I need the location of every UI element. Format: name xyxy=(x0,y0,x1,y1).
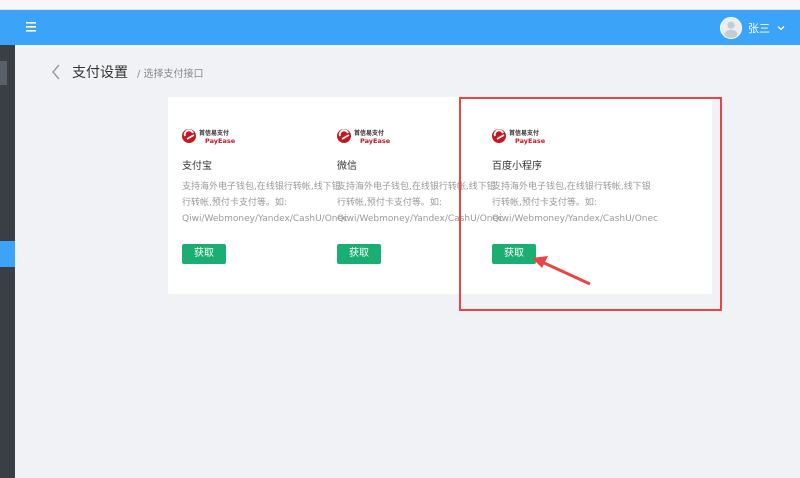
svg-text:首信易支付: 首信易支付 xyxy=(509,129,539,137)
user-menu[interactable]: 张三 xyxy=(720,15,786,41)
payment-provider-panel: 首信易支付 PayEase 支付宝 支持海外电子钱包,在线银行转帐,线下银 行转… xyxy=(168,97,712,294)
page-subtitle: / 选择支付接口 xyxy=(137,68,204,80)
browser-top-strip xyxy=(0,0,800,10)
get-button[interactable]: 获取 xyxy=(182,244,226,264)
back-chevron-icon[interactable] xyxy=(50,64,62,80)
payease-logo: 首信易支付 PayEase xyxy=(182,129,236,145)
svg-text:PayEase: PayEase xyxy=(205,137,236,145)
provider-name: 支付宝 xyxy=(182,161,212,172)
page-title: 支付设置 xyxy=(72,65,128,81)
provider-description: 支持海外电子钱包,在线银行转帐,线下银 行转帐,预付卡支付等。如: Qiwi/W… xyxy=(492,182,658,224)
svg-text:首信易支付: 首信易支付 xyxy=(354,129,384,137)
provider-card-wechat: 首信易支付 PayEase 微信 支持海外电子钱包,在线银行转帐,线下银 行转帐… xyxy=(323,97,503,294)
provider-description: 支持海外电子钱包,在线银行转帐,线下银 行转帐,预付卡支付等。如: Qiwi/W… xyxy=(182,182,348,224)
user-avatar-icon xyxy=(721,18,741,38)
user-name[interactable]: 张三 xyxy=(748,20,770,36)
chevron-down-icon[interactable] xyxy=(776,23,786,33)
provider-description: 支持海外电子钱包,在线银行转帐,线下银 行转帐,预付卡支付等。如: Qiwi/W… xyxy=(337,182,503,224)
top-navigation-bar: 张三 xyxy=(0,10,800,45)
sidebar-item[interactable] xyxy=(0,61,7,85)
get-button[interactable]: 获取 xyxy=(337,244,381,264)
payease-logo: 首信易支付 PayEase xyxy=(337,129,391,145)
provider-name: 微信 xyxy=(337,161,357,172)
svg-text:PayEase: PayEase xyxy=(515,137,546,145)
avatar[interactable] xyxy=(720,17,742,39)
svg-text:首信易支付: 首信易支付 xyxy=(199,129,229,137)
provider-name: 百度小程序 xyxy=(492,161,542,172)
page-header: 支付设置 / 选择支付接口 xyxy=(50,62,204,82)
sidebar xyxy=(0,45,15,478)
menu-icon[interactable] xyxy=(24,19,40,35)
payease-logo: 首信易支付 PayEase xyxy=(492,129,546,145)
sidebar-item-active[interactable] xyxy=(0,241,15,267)
provider-card-alipay: 首信易支付 PayEase 支付宝 支持海外电子钱包,在线银行转帐,线下银 行转… xyxy=(168,97,348,294)
annotation-arrow-icon xyxy=(532,256,591,286)
svg-text:PayEase: PayEase xyxy=(360,137,391,145)
